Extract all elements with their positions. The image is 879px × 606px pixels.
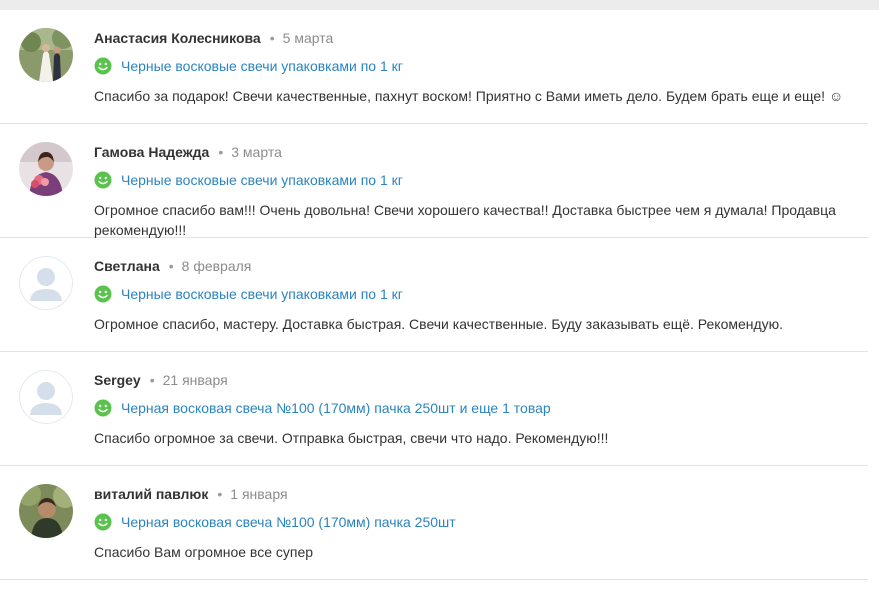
separator-dot: • (217, 486, 223, 502)
positive-smile-icon (94, 399, 112, 417)
review-author[interactable]: Светлана (94, 258, 160, 274)
review-date: 3 марта (231, 144, 282, 160)
review-date: 1 января (230, 486, 288, 502)
user-placeholder-icon (19, 256, 73, 310)
review-date: 5 марта (282, 30, 334, 46)
avatar[interactable] (19, 28, 73, 82)
review-text: Спасибо Вам огромное все супер (94, 544, 314, 560)
product-link[interactable]: Черные восковые свечи упаковками по 1 кг (121, 286, 403, 302)
review-text: Спасибо за подарок! Свечи качественные, … (94, 88, 844, 104)
positive-smile-icon (94, 171, 112, 189)
product-link[interactable]: Черная восковая свеча №100 (170мм) пачка… (121, 400, 551, 416)
review-item: Светлана • 8 февраля Черные восковые свечи… (0, 238, 868, 352)
review-text: Огромное спасибо вам!!! Очень довольна! … (94, 202, 836, 238)
review-item: Sergey • 21 января Черная восковая свеча №… (0, 352, 868, 466)
avatar[interactable] (19, 484, 73, 538)
avatar-photo-icon (19, 484, 73, 538)
user-placeholder-icon (19, 370, 73, 424)
avatar[interactable] (19, 256, 73, 310)
review-author[interactable]: Sergey (94, 372, 141, 388)
avatar-photo-icon (19, 142, 73, 196)
avatar[interactable] (19, 370, 73, 424)
separator-dot: • (149, 372, 155, 388)
top-bar (0, 0, 879, 10)
avatar[interactable] (19, 142, 73, 196)
review-text: Огромное спасибо, мастеру. Доставка быст… (94, 316, 784, 332)
review-item: виталий павлюк • 1 января Черная восковая … (0, 466, 868, 580)
review-author[interactable]: виталий павлюк (94, 486, 208, 502)
separator-dot: • (168, 258, 174, 274)
product-link[interactable]: Черные восковые свечи упаковками по 1 кг (121, 58, 403, 74)
avatar-photo-icon (19, 28, 73, 82)
product-link[interactable]: Черные восковые свечи упаковками по 1 кг (121, 172, 403, 188)
review-date: 8 февраля (181, 258, 252, 274)
review-item: Анастасия Колесникова • 5 марта Черные вос… (0, 10, 868, 124)
review-list: Анастасия Колесникова • 5 марта Черные вос… (0, 10, 879, 580)
separator-dot: • (269, 30, 275, 46)
review-author[interactable]: Гамова Надежда (94, 144, 209, 160)
positive-smile-icon (94, 513, 112, 531)
review-date: 21 января (162, 372, 228, 388)
product-link[interactable]: Черная восковая свеча №100 (170мм) пачка… (121, 514, 456, 530)
positive-smile-icon (94, 285, 112, 303)
review-item: Гамова Надежда • 3 марта Черные восковые с… (0, 124, 868, 238)
positive-smile-icon (94, 57, 112, 75)
review-text: Спасибо огромное за свечи. Отправка быст… (94, 430, 609, 446)
separator-dot: • (218, 144, 224, 160)
review-author[interactable]: Анастасия Колесникова (94, 30, 261, 46)
